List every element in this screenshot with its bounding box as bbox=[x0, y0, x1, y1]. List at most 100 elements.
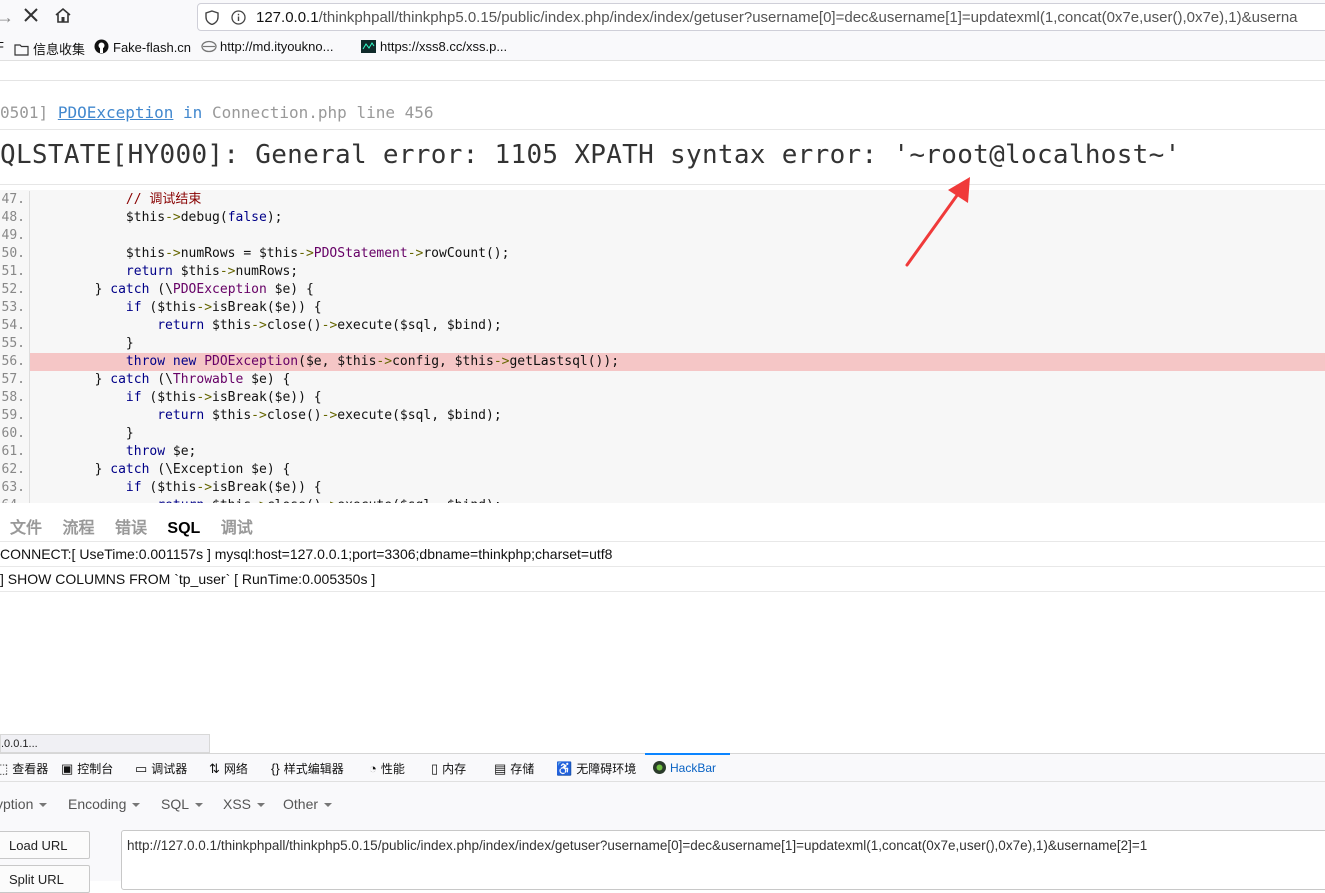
line-number: 54. bbox=[0, 317, 30, 335]
exception-class-link[interactable]: PDOException bbox=[58, 103, 174, 122]
hackbar-menu: yption Encoding SQL XSS Other bbox=[0, 782, 1325, 821]
menu-encryption[interactable]: yption bbox=[0, 796, 48, 812]
code-text: throw $e; bbox=[125, 444, 197, 459]
chevron-down-icon bbox=[132, 803, 141, 808]
url-text[interactable]: 127.0.0.1/thinkphpall/thinkphp5.0.15/pub… bbox=[256, 9, 1298, 26]
code-line: 53. if ($this->isBreak($e)) { bbox=[0, 299, 1325, 317]
code-line: 51. return $this->numRows; bbox=[0, 263, 1325, 281]
code-text: return $this->close()->execute($sql, $bi… bbox=[157, 318, 502, 333]
stop-icon[interactable] bbox=[20, 6, 42, 28]
chevron-down-icon bbox=[257, 803, 266, 808]
site-info-icon[interactable] bbox=[231, 10, 246, 30]
tab-label: HackBar bbox=[670, 761, 717, 775]
chevron-down-icon bbox=[39, 803, 48, 808]
tab-performance[interactable]: ◔ 性能 bbox=[369, 760, 405, 777]
tab-accessibility[interactable]: ♿ 无障碍环境 bbox=[556, 760, 636, 777]
code-line: 63. if ($this->isBreak($e)) { bbox=[0, 479, 1325, 497]
code-text: $this->debug(false); bbox=[32, 210, 283, 225]
exception-message: QLSTATE[HY000]: General error: 1105 XPAT… bbox=[0, 140, 1181, 170]
bookmarks-toolbar: F 信息收集 Fake-flash.cn http://md.ityoukno.… bbox=[0, 34, 1325, 61]
accessibility-icon: ♿ bbox=[556, 761, 573, 776]
tab-label: 控制台 bbox=[77, 762, 114, 776]
tab-errors[interactable]: 错误 bbox=[115, 514, 147, 538]
tab-network[interactable]: ⇅ 网络 bbox=[209, 760, 248, 777]
code-text: // 调试结束 bbox=[32, 192, 202, 207]
in-keyword: in bbox=[183, 103, 203, 122]
line-number: 55. bbox=[0, 335, 30, 353]
home-icon[interactable] bbox=[52, 6, 74, 28]
code-text: return $this->close()->execute($sql, $bi… bbox=[32, 497, 501, 503]
tab-label: 查看器 bbox=[12, 762, 49, 776]
tab-debugger[interactable]: ▭ 调试器 bbox=[135, 760, 187, 777]
menu-label: Encoding bbox=[68, 796, 127, 812]
line-number: 58. bbox=[0, 389, 30, 407]
menu-sql[interactable]: SQL bbox=[161, 796, 204, 812]
bookmark-ityoukno[interactable]: http://md.ityoukno... bbox=[201, 39, 333, 54]
sql-trace-line: ] SHOW COLUMNS FROM `tp_user` [ RunTime:… bbox=[0, 571, 376, 587]
menu-encoding[interactable]: Encoding bbox=[68, 796, 141, 812]
line-number: 61. bbox=[0, 443, 30, 461]
tracking-shield-icon[interactable] bbox=[205, 10, 219, 30]
tab-label: 内存 bbox=[442, 762, 467, 776]
code-line: 60. } bbox=[0, 425, 1325, 443]
code-line: 55. } bbox=[0, 335, 1325, 353]
tab-flow[interactable]: 流程 bbox=[62, 514, 94, 538]
error-code: 0501] bbox=[0, 103, 49, 122]
divider bbox=[0, 566, 1325, 567]
menu-label: yption bbox=[0, 796, 34, 812]
code-text: return $this->numRows; bbox=[125, 264, 299, 279]
network-icon: ⇅ bbox=[209, 761, 220, 776]
bookmark-partial[interactable]: F bbox=[0, 39, 4, 54]
code-text: if ($this->isBreak($e)) { bbox=[125, 390, 322, 405]
chevron-down-icon bbox=[195, 803, 204, 808]
code-line-highlighted: 56. throw new PDOException($e, $this->co… bbox=[0, 353, 1325, 371]
exception-location: Connection.php line 456 bbox=[211, 103, 434, 122]
page-divider bbox=[0, 80, 1325, 81]
code-text: } catch (\PDOException $e) { bbox=[32, 282, 314, 297]
sql-trace-line: CONNECT:[ UseTime:0.001157s ] mysql:host… bbox=[0, 546, 613, 562]
code-line: 61. throw $e; bbox=[0, 443, 1325, 461]
tab-inspector[interactable]: ⬚ 查看器 bbox=[0, 760, 48, 777]
github-icon bbox=[94, 39, 109, 54]
line-number: 53. bbox=[0, 299, 30, 317]
line-number: 57. bbox=[0, 371, 30, 389]
code-line: 49. bbox=[0, 227, 1325, 245]
line-number: 49. bbox=[0, 227, 30, 245]
url-bar[interactable]: 127.0.0.1/thinkphpall/thinkphp5.0.15/pub… bbox=[197, 3, 1325, 31]
line-number: 48. bbox=[0, 209, 30, 227]
tab-style-editor[interactable]: {} 样式编辑器 bbox=[271, 760, 344, 777]
tab-console[interactable]: ▣ 控制台 bbox=[61, 760, 113, 777]
bookmark-fake-flash[interactable]: Fake-flash.cn bbox=[94, 39, 191, 55]
forward-icon[interactable]: → bbox=[0, 6, 16, 28]
url-host: 127.0.0.1 bbox=[256, 9, 319, 26]
code-line: 48. $this->debug(false); bbox=[0, 209, 1325, 227]
tab-sql[interactable]: SQL bbox=[167, 520, 200, 538]
bookmark-folder-info[interactable]: 信息收集 bbox=[14, 39, 85, 58]
line-number: 47. bbox=[0, 191, 30, 209]
split-url-button[interactable]: Split URL bbox=[0, 865, 90, 893]
menu-other[interactable]: Other bbox=[283, 796, 333, 812]
tab-memory[interactable]: ▯ 内存 bbox=[431, 760, 466, 777]
divider bbox=[0, 129, 1325, 130]
menu-label: XSS bbox=[223, 796, 252, 812]
tab-hackbar[interactable]: HackBar bbox=[653, 760, 716, 775]
code-text: } bbox=[32, 426, 134, 441]
code-line: 50. $this->numRows = $this->PDOStatement… bbox=[0, 245, 1325, 263]
memory-icon: ▯ bbox=[431, 761, 439, 776]
devtools-toolbar: ⬚ 查看器 ▣ 控制台 ▭ 调试器 ⇅ 网络 {} 样式编辑器 ◔ 性能 ▯ 内存 ▤ 存储 ♿… bbox=[0, 753, 1325, 782]
site-icon bbox=[361, 40, 376, 53]
menu-xss[interactable]: XSS bbox=[223, 796, 266, 812]
tab-debug[interactable]: 调试 bbox=[221, 514, 253, 538]
tab-storage[interactable]: ▤ 存储 bbox=[494, 760, 534, 777]
code-text: throw new PDOException($e, $this->config… bbox=[125, 354, 620, 369]
trace-tabs: 文件 流程 错误 SQL 调试 bbox=[0, 514, 259, 540]
bookmark-label: https://xss8.cc/xss.p... bbox=[380, 39, 508, 54]
source-code-panel: 47. // 调试结束 48. $this->debug(false); 49. 50… bbox=[0, 190, 1325, 503]
load-url-button[interactable]: Load URL bbox=[0, 831, 90, 859]
divider bbox=[0, 184, 1325, 185]
bookmark-xss8[interactable]: https://xss8.cc/xss.p... bbox=[361, 39, 507, 54]
code-line: 58. if ($this->isBreak($e)) { bbox=[0, 389, 1325, 407]
hackbar-url-input[interactable]: http://127.0.0.1/thinkphpall/thinkphp5.0… bbox=[121, 830, 1325, 890]
tab-files[interactable]: 文件 bbox=[10, 514, 42, 538]
line-number: 59. bbox=[0, 407, 30, 425]
